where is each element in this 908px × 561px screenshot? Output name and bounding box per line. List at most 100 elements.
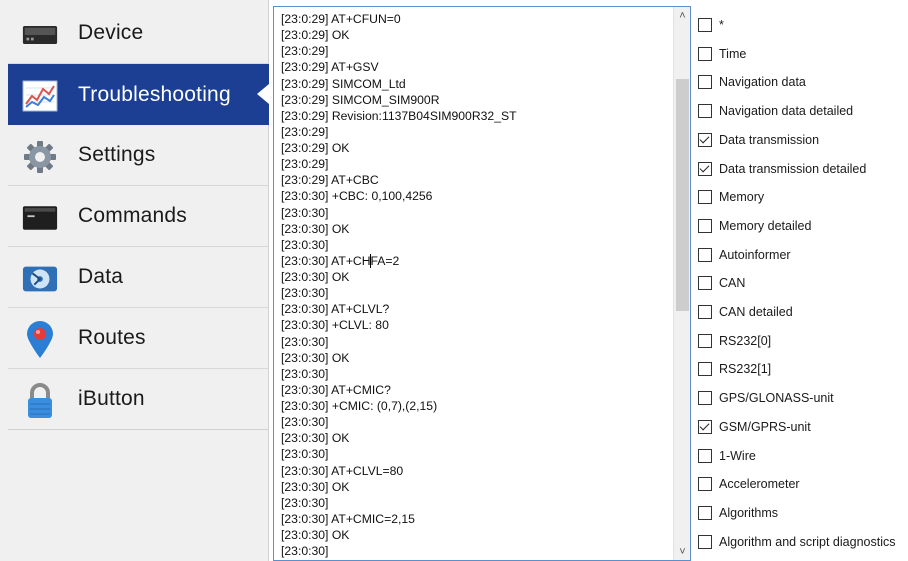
- data-disk-icon: [22, 261, 58, 297]
- sidebar: Device Troubleshooting Settings Commands…: [0, 0, 269, 561]
- filter-row[interactable]: Algorithms: [698, 502, 778, 524]
- sidebar-item-label: Routes: [78, 326, 146, 349]
- filter-checkbox[interactable]: [698, 247, 712, 262]
- filter-row[interactable]: CAN detailed: [698, 301, 793, 323]
- filter-label: GSM/GPRS-unit: [719, 419, 811, 434]
- sidebar-item-troubleshooting[interactable]: Troubleshooting: [8, 64, 269, 125]
- filter-label: CAN: [719, 276, 746, 291]
- padlock-icon: [22, 383, 58, 419]
- device-icon: [22, 17, 58, 53]
- filter-checkbox[interactable]: [698, 75, 712, 90]
- log-line: [23:0:30] AT+CMIC=2,15: [281, 511, 415, 526]
- filter-label: Algorithms: [719, 505, 779, 520]
- filter-checkbox[interactable]: [698, 333, 712, 348]
- filter-row[interactable]: GPS/GLONASS-unit: [698, 387, 834, 409]
- filter-row[interactable]: Algorithm and script diagnostics: [698, 531, 895, 553]
- log-line: [23:0:29] OK: [281, 141, 350, 155]
- filter-checkbox[interactable]: [698, 218, 712, 233]
- log-line: [23:0:30]: [281, 366, 329, 381]
- log-line: [23:0:29] AT+CFUN=0: [281, 12, 401, 26]
- filter-row[interactable]: *: [698, 14, 724, 36]
- filter-label: Navigation data detailed: [719, 104, 854, 119]
- sidebar-item-label: Device: [78, 21, 144, 44]
- sidebar-item-data[interactable]: Data: [8, 247, 269, 308]
- filter-label: GPS/GLONASS-unit: [719, 391, 834, 406]
- map-pin-icon: [22, 321, 58, 358]
- sidebar-item-label: Commands: [78, 204, 187, 227]
- log-line: [23:0:30] AT+CLVL=80: [281, 463, 404, 478]
- log-line: [23:0:30] AT+CMIC?: [281, 382, 391, 397]
- filter-checkbox[interactable]: [698, 276, 712, 291]
- filter-label: Accelerometer: [719, 477, 800, 492]
- sidebar-item-label: Troubleshooting: [78, 82, 231, 106]
- scroll-down-arrow-icon[interactable]: ˅: [674, 543, 690, 560]
- log-line: [23:0:30] OK: [281, 431, 350, 446]
- filter-label: Memory detailed: [719, 218, 812, 233]
- filter-label: CAN detailed: [719, 305, 793, 319]
- filter-row[interactable]: Memory detailed: [698, 215, 811, 237]
- filter-row[interactable]: Data transmission: [698, 129, 819, 151]
- filter-label: Time: [719, 46, 747, 61]
- sidebar-item-routes[interactable]: Routes: [8, 308, 269, 369]
- sidebar-item-commands[interactable]: Commands: [8, 186, 269, 247]
- log-line: [23:0:29] AT+CBC: [281, 173, 379, 188]
- log-line: [23:0:30]: [281, 447, 329, 462]
- filter-checkbox[interactable]: [698, 305, 712, 319]
- filter-checkbox[interactable]: [698, 46, 712, 61]
- filter-checkbox[interactable]: [698, 132, 712, 147]
- filter-checkbox[interactable]: [698, 419, 712, 434]
- filter-row[interactable]: CAN: [698, 272, 745, 294]
- log-line: [23:0:30] OK: [281, 479, 350, 494]
- log-line: [23:0:30] OK: [281, 350, 350, 365]
- log-line: [23:0:29] AT+GSV: [281, 60, 379, 75]
- troubleshooting-chart-icon: [22, 78, 58, 114]
- filter-row[interactable]: Autoinformer: [698, 244, 791, 266]
- filter-row[interactable]: GSM/GPRS-unit: [698, 416, 811, 438]
- filter-label: Navigation data: [719, 75, 806, 90]
- sidebar-divider: [8, 429, 269, 430]
- filter-checkbox[interactable]: [698, 505, 712, 520]
- filter-checkbox[interactable]: [698, 362, 712, 377]
- scroll-thumb[interactable]: [676, 79, 689, 311]
- filter-row[interactable]: Memory: [698, 186, 764, 208]
- filter-checkbox[interactable]: [698, 391, 712, 406]
- log-line: [23:0:29] SIMCOM_SIM900R: [281, 92, 440, 107]
- log-line: [23:0:29]: [281, 44, 329, 59]
- filter-label: *: [719, 18, 724, 32]
- filter-row[interactable]: Data transmission detailed: [698, 158, 866, 180]
- log-scrollbar[interactable]: ˄ ˅: [673, 7, 690, 560]
- filter-label: RS232[0]: [719, 333, 772, 348]
- log-line: [23:0:29] SIMCOM_Ltd: [281, 76, 406, 91]
- filter-row[interactable]: RS232[1]: [698, 358, 771, 380]
- filter-row[interactable]: 1-Wire: [698, 445, 756, 467]
- filter-label: Memory: [719, 190, 765, 205]
- filter-checkbox[interactable]: [698, 534, 712, 549]
- log-line: [23:0:30] +CBC: 0,100,4256: [281, 189, 433, 204]
- scroll-up-arrow-icon[interactable]: ˄: [674, 7, 690, 24]
- log-line: [23:0:30]: [281, 495, 329, 510]
- filter-label: Algorithm and script diagnostics: [719, 534, 896, 549]
- filter-row[interactable]: RS232[0]: [698, 330, 771, 352]
- log-line: [23:0:30]: [281, 334, 329, 349]
- filter-row[interactable]: Navigation data detailed: [698, 100, 853, 122]
- active-item-pointer: [257, 84, 269, 104]
- sidebar-item-ibutton[interactable]: iButton: [8, 369, 269, 430]
- log-line: [23:0:30] +CMIC: (0,7),(2,15): [281, 399, 438, 413]
- log-textarea[interactable]: [23:0:29] AT+CFUN=0 [23:0:29] OK [23:0:29]…: [273, 6, 691, 561]
- filter-row[interactable]: Accelerometer: [698, 473, 800, 495]
- log-line: [23:0:30] OK: [281, 221, 350, 236]
- filter-label: Data transmission: [719, 132, 820, 147]
- filter-checkbox[interactable]: [698, 104, 712, 119]
- sidebar-item-device[interactable]: Device: [8, 3, 269, 64]
- log-line: [23:0:30]: [281, 205, 329, 220]
- filter-checkbox[interactable]: [698, 161, 712, 176]
- filter-checkbox[interactable]: [698, 190, 712, 205]
- filter-row[interactable]: Navigation data: [698, 71, 806, 93]
- filter-label: Data transmission detailed: [719, 161, 867, 176]
- filter-checkbox[interactable]: [698, 477, 712, 492]
- filter-checkbox[interactable]: [698, 18, 712, 32]
- filter-row[interactable]: Time: [698, 43, 746, 65]
- log-line: [23:0:29] Revision:1137B04SIM900R32_ST: [281, 108, 517, 123]
- sidebar-item-settings[interactable]: Settings: [8, 125, 269, 186]
- filter-checkbox[interactable]: [698, 448, 712, 463]
